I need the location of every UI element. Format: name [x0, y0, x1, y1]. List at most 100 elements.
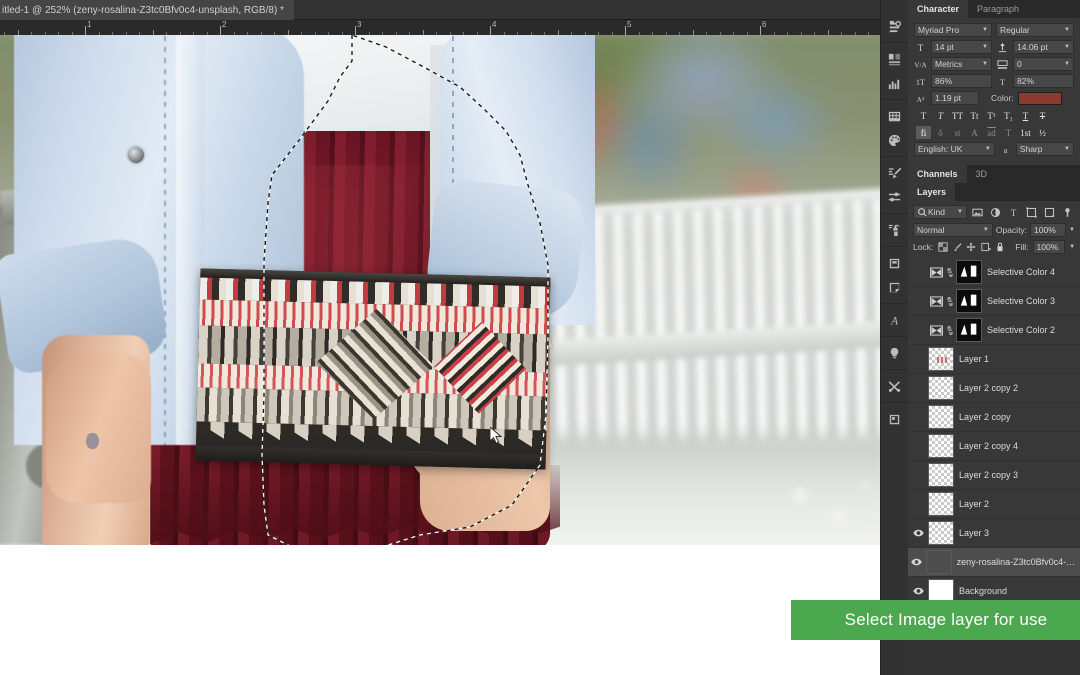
layer-row[interactable]: zeny-rosalina-Z3tc0Bfv0c4-unspla	[908, 548, 1080, 577]
titling-alternates-icon[interactable]: ad	[984, 126, 999, 139]
leading-field[interactable]: 14.06 pt ▼	[1013, 40, 1074, 54]
layer-row[interactable]: Layer 3	[908, 519, 1080, 548]
swatches-grid-icon[interactable]	[883, 104, 907, 128]
tracking-field[interactable]: 0 ▼	[1013, 57, 1074, 71]
layer-row[interactable]: Layer 2	[908, 490, 1080, 519]
layer-row[interactable]: Layer 2 copy 3	[908, 461, 1080, 490]
layer-row[interactable]: Selective Color 2	[908, 316, 1080, 345]
lock-position-icon[interactable]	[966, 242, 976, 253]
clone-source-icon[interactable]	[883, 218, 907, 242]
layer-thumbnail[interactable]	[928, 463, 954, 487]
layer-mask-link-icon[interactable]	[944, 325, 956, 336]
dock-group-9	[881, 370, 908, 403]
stylistic-alternates-icon[interactable]: T	[1001, 126, 1016, 139]
font-family-field[interactable]: Myriad Pro ▼	[914, 23, 992, 37]
lock-all-icon[interactable]	[995, 242, 1005, 253]
text-color-swatch[interactable]	[1017, 91, 1062, 105]
layer-mask-link-icon[interactable]	[944, 296, 956, 307]
tab-channels[interactable]: Channels	[908, 165, 967, 183]
layer-thumbnail[interactable]	[925, 550, 952, 574]
small-caps-icon[interactable]: Tt	[967, 109, 982, 122]
toggle-filter-icon[interactable]	[1060, 205, 1075, 219]
brushes-icon[interactable]	[883, 161, 907, 185]
info-bulb-icon[interactable]	[883, 341, 907, 365]
image-filter-icon[interactable]	[970, 205, 985, 219]
canvas-area[interactable]	[0, 35, 880, 675]
properties-icon[interactable]	[883, 407, 907, 431]
shape-filter-icon[interactable]	[1024, 205, 1039, 219]
tool-presets-icon[interactable]	[883, 374, 907, 398]
fill-field[interactable]: 100%	[1032, 240, 1066, 254]
layer-filter-kind-select[interactable]: Kind ▼	[913, 205, 967, 219]
fill-chevron-down-icon[interactable]: ▼	[1069, 244, 1075, 250]
vertical-scale-field[interactable]: 86%	[931, 74, 992, 88]
horizontal-ruler[interactable]: 1 2 3 4 5 6	[0, 20, 880, 35]
layer-thumbnail[interactable]	[956, 289, 982, 313]
contextual-alternates-icon[interactable]: ǒ	[933, 126, 948, 139]
lock-image-pixels-icon[interactable]	[952, 242, 962, 253]
layer-row[interactable]: Layer 2 copy	[908, 403, 1080, 432]
layer-visibility-eye-icon[interactable]	[908, 558, 926, 566]
superscript-icon[interactable]: T¹	[984, 109, 999, 122]
fractions-icon[interactable]: ½	[1035, 126, 1050, 139]
blend-mode-select[interactable]: Normal ▼	[913, 223, 993, 237]
layer-mask-link-icon[interactable]	[944, 267, 956, 278]
layer-thumbnail[interactable]	[956, 260, 982, 284]
layer-visibility-eye-icon[interactable]	[908, 587, 928, 595]
layer-thumbnail[interactable]	[928, 521, 954, 545]
adjustment-filter-icon[interactable]	[988, 205, 1003, 219]
layer-thumbnail[interactable]	[928, 405, 954, 429]
layer-row[interactable]: Layer 1	[908, 345, 1080, 374]
lock-artboard-icon[interactable]	[981, 242, 991, 253]
underline-icon[interactable]: T	[1018, 109, 1033, 122]
layer-row[interactable]: Selective Color 4	[908, 258, 1080, 287]
layer-thumbnail[interactable]	[928, 347, 954, 371]
faux-italic-icon[interactable]: T	[933, 109, 948, 122]
layer-row[interactable]: Layer 2 copy 2	[908, 374, 1080, 403]
opacity-chevron-down-icon[interactable]: ▼	[1069, 227, 1075, 233]
horizontal-scale-field[interactable]: 82%	[1013, 74, 1074, 88]
layer-visibility-eye-icon[interactable]	[908, 529, 928, 537]
strikethrough-icon[interactable]: T	[1035, 109, 1050, 122]
tab-paragraph[interactable]: Paragraph	[968, 0, 1029, 18]
anti-alias-field[interactable]: Sharp ▼	[1015, 142, 1074, 156]
layer-thumbnail[interactable]	[928, 376, 954, 400]
glyphs-icon[interactable]: A	[883, 308, 907, 332]
type-filter-icon[interactable]: T	[1006, 205, 1021, 219]
all-caps-icon[interactable]: TT	[950, 109, 965, 122]
faux-bold-icon[interactable]: T	[916, 109, 931, 122]
adjustment-layer-icon[interactable]	[928, 295, 944, 307]
kerning-field[interactable]: Metrics ▼	[931, 57, 992, 71]
document-tab[interactable]: itled-1 @ 252% (zeny-rosalina-Z3tc0Bfv0c…	[0, 0, 294, 20]
brush-settings-icon[interactable]	[883, 185, 907, 209]
ordinals-icon[interactable]: 1st	[1018, 126, 1033, 139]
color-palette-icon[interactable]	[883, 128, 907, 152]
layer-row[interactable]: Layer 2 copy 4	[908, 432, 1080, 461]
layer-thumbnail[interactable]	[928, 434, 954, 458]
libraries-icon[interactable]	[883, 71, 907, 95]
font-style-field[interactable]: Regular ▼	[996, 23, 1074, 37]
discretionary-ligatures-icon[interactable]: st	[950, 126, 965, 139]
notes-icon[interactable]	[883, 275, 907, 299]
layers-dock-icon[interactable]	[883, 251, 907, 275]
adjustment-layer-icon[interactable]	[928, 324, 944, 336]
tab-character[interactable]: Character	[908, 0, 969, 18]
opacity-field[interactable]: 100%	[1030, 223, 1067, 237]
adjustment-layer-icon[interactable]	[928, 266, 944, 278]
tab-3d[interactable]: 3D	[966, 165, 997, 183]
history-icon[interactable]	[883, 14, 907, 38]
baseline-shift-field[interactable]: 1.19 pt	[931, 91, 979, 105]
subscript-icon[interactable]: T₁	[1001, 109, 1016, 122]
smart-object-filter-icon[interactable]	[1042, 205, 1057, 219]
font-size-field[interactable]: 14 pt ▼	[931, 40, 992, 54]
layer-row[interactable]: Selective Color 3	[908, 287, 1080, 316]
swash-icon[interactable]: A	[967, 126, 982, 139]
layer-thumbnail[interactable]	[956, 318, 982, 342]
language-field[interactable]: English: UK ▼	[914, 142, 995, 156]
layer-thumbnail[interactable]	[928, 492, 954, 516]
lock-transparent-pixels-icon[interactable]	[937, 242, 948, 253]
layer-list[interactable]: Selective Color 4 Selective Color 3 Select…	[908, 258, 1080, 606]
standard-ligatures-icon[interactable]: fi	[916, 126, 931, 139]
adjustments-icon[interactable]	[883, 47, 907, 71]
tab-layers[interactable]: Layers	[908, 183, 956, 201]
